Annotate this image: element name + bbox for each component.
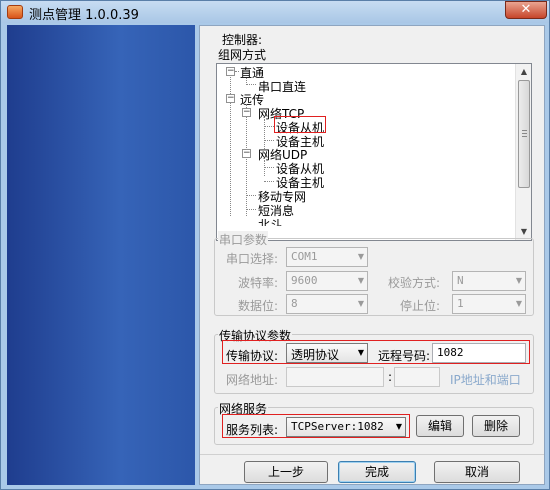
databits-label: 数据位: xyxy=(238,299,279,313)
app-icon xyxy=(7,5,23,19)
collapse-remote-icon[interactable]: − xyxy=(226,94,235,103)
collapse-direct-icon[interactable]: − xyxy=(226,67,235,76)
title-bar: 测点管理 1.0.0.39 ✕ xyxy=(1,1,549,23)
baud-label: 波特率: xyxy=(238,276,279,290)
network-mode-label: 组网方式 xyxy=(218,48,267,62)
prev-button[interactable]: 上一步 xyxy=(244,461,328,483)
tree-scrollbar[interactable]: ▲ ▼ xyxy=(515,64,531,240)
scroll-thumb[interactable] xyxy=(518,80,530,188)
highlight-transport xyxy=(222,340,530,364)
ip-port-link[interactable]: IP地址和端口 xyxy=(450,371,521,388)
address-label: 网络地址: xyxy=(226,373,279,387)
collapse-udp-icon[interactable]: − xyxy=(242,149,251,158)
chevron-down-icon: ▼ xyxy=(515,299,522,308)
stopbits-select[interactable]: 1 ▼ xyxy=(452,294,526,314)
stopbits-label: 停止位: xyxy=(400,299,441,313)
finish-button[interactable]: 完成 xyxy=(338,461,416,483)
collapse-tcp-icon[interactable]: − xyxy=(242,108,251,117)
chevron-down-icon: ▼ xyxy=(357,252,364,261)
port-select[interactable]: COM1 ▼ xyxy=(286,247,368,267)
check-select[interactable]: N ▼ xyxy=(452,271,526,291)
edit-button[interactable]: 编辑 xyxy=(416,415,464,437)
window-title: 测点管理 1.0.0.39 xyxy=(29,8,139,23)
databits-select[interactable]: 8 ▼ xyxy=(286,294,368,314)
serial-params-label: 串口参数 xyxy=(218,231,269,248)
port-input[interactable] xyxy=(394,367,440,387)
network-mode-tree[interactable]: − 直通 串口直连 − 远传 − 网络TCP 设备从机 设备主机 − 网络UDP… xyxy=(216,63,532,241)
highlight-tcp-slave xyxy=(274,116,326,133)
settings-panel: 控制器: 组网方式 − 直通 串口直连 − 远传 − 网络TCP 设备从机 设备… xyxy=(199,25,545,485)
address-colon: : xyxy=(388,370,393,384)
chevron-down-icon: ▼ xyxy=(357,299,364,308)
delete-button[interactable]: 删除 xyxy=(472,415,520,437)
cancel-button[interactable]: 取消 xyxy=(434,461,520,483)
tree-item-serial-direct[interactable]: 串口直连 xyxy=(258,78,306,95)
sidebar-banner xyxy=(7,25,195,485)
baud-select[interactable]: 9600 ▼ xyxy=(286,271,368,291)
chevron-down-icon: ▼ xyxy=(515,276,522,285)
tree-item-beidou[interactable]: 北斗 xyxy=(258,216,282,226)
port-label: 串口选择: xyxy=(226,252,279,266)
chevron-down-icon: ▼ xyxy=(357,276,364,285)
ip-input[interactable] xyxy=(286,367,384,387)
close-button[interactable]: ✕ xyxy=(505,1,547,19)
scroll-up-icon[interactable]: ▲ xyxy=(516,64,531,80)
highlight-service xyxy=(222,414,410,438)
check-label: 校验方式: xyxy=(388,276,441,290)
app-window: 测点管理 1.0.0.39 ✕ 控制器: 组网方式 − 直通 串口直连 − 远传… xyxy=(0,0,550,490)
